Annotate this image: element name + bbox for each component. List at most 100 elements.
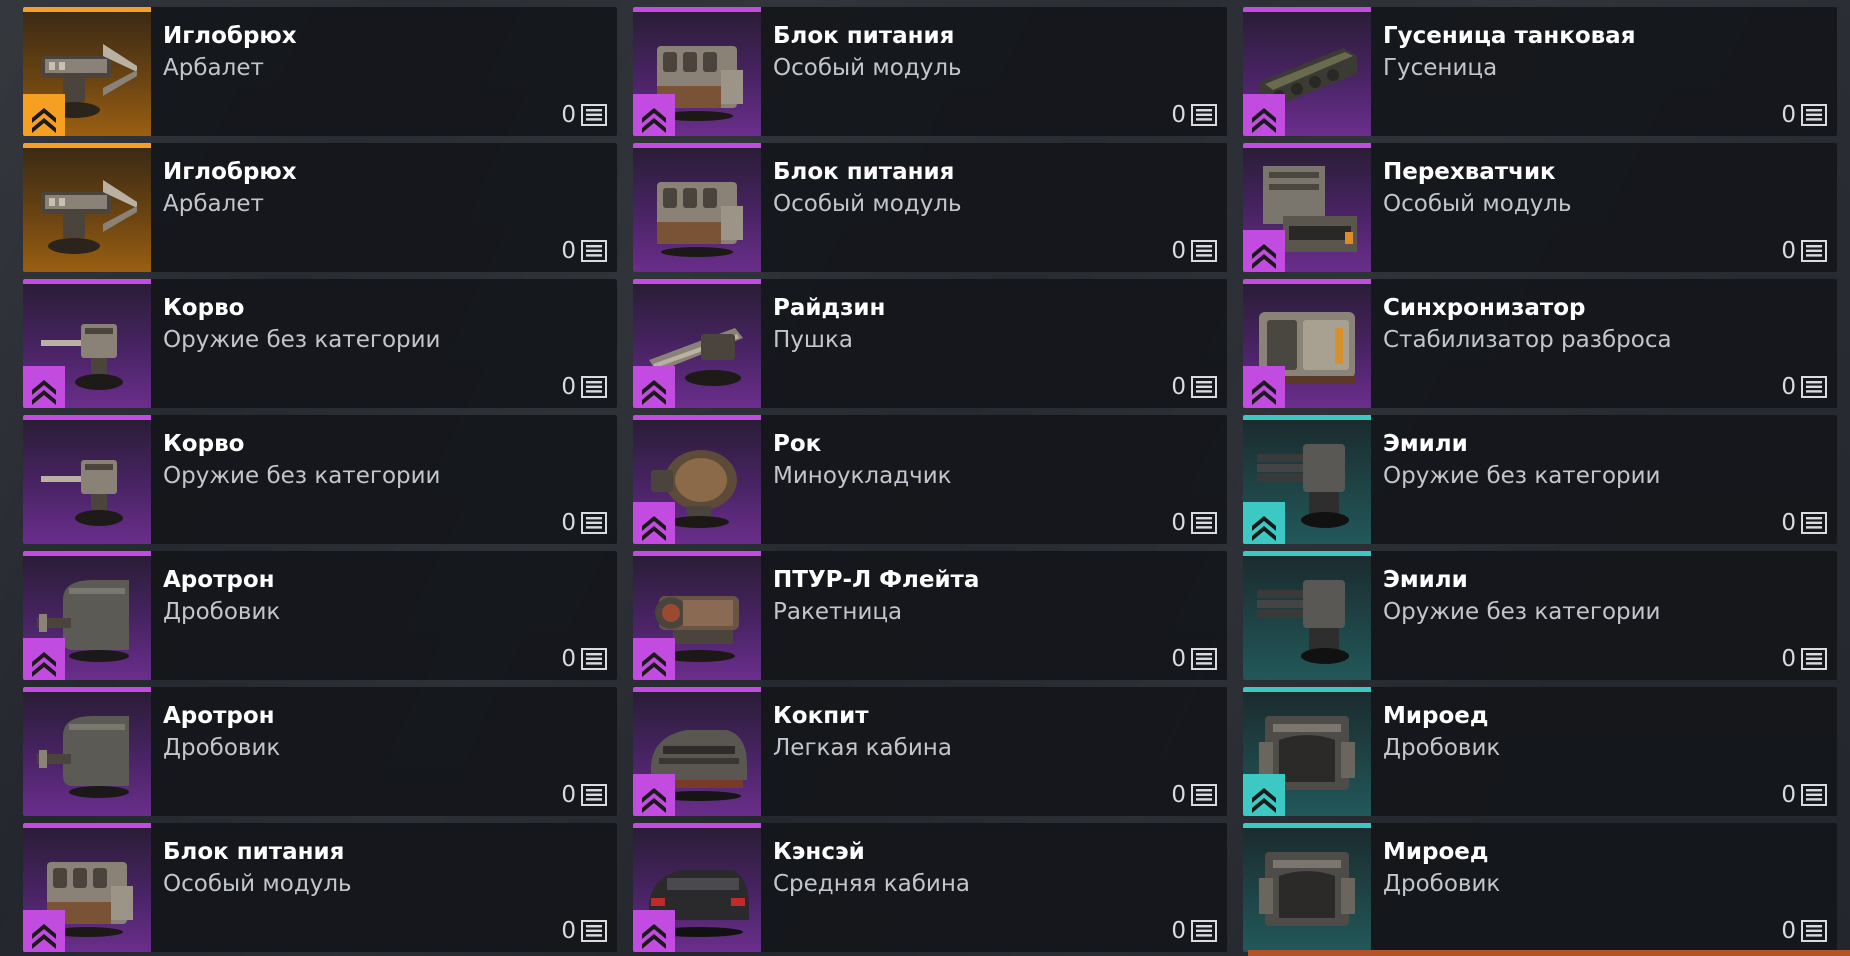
item-card[interactable]: Мироед Дробовик 0 (1243, 687, 1837, 816)
count-value: 0 (1781, 510, 1796, 536)
item-thumbnail (1243, 279, 1371, 408)
item-category: Легкая кабина (773, 735, 952, 761)
item-thumbnail (1243, 7, 1371, 136)
count-value: 0 (1171, 102, 1186, 128)
item-category: Дробовик (163, 599, 281, 625)
item-category: Оружие без категории (163, 327, 441, 353)
item-category: Особый модуль (163, 871, 352, 897)
scroll-edge-accent (1248, 950, 1850, 956)
item-card[interactable]: Рок Миноукладчик 0 (633, 415, 1227, 544)
item-thumbnail (633, 143, 761, 272)
item-name: Кэнсэй (773, 839, 865, 865)
list-icon (1801, 376, 1827, 398)
item-card[interactable]: Аротрон Дробовик 0 (23, 687, 617, 816)
list-icon (581, 920, 607, 942)
list-icon (581, 104, 607, 126)
item-count: 0 (561, 510, 607, 536)
item-card[interactable]: Иглобрюх Арбалет 0 (23, 143, 617, 272)
item-card[interactable]: Мироед Дробовик 0 (1243, 823, 1837, 952)
count-value: 0 (1171, 646, 1186, 672)
item-thumbnail (23, 823, 151, 952)
item-count: 0 (1171, 238, 1217, 264)
item-card[interactable]: Гусеница танковая Гусеница 0 (1243, 7, 1837, 136)
crossbow-icon (33, 162, 141, 262)
rank-chevron-icon (633, 638, 675, 680)
item-card[interactable]: Перехватчик Особый модуль 0 (1243, 143, 1837, 272)
list-icon (581, 376, 607, 398)
item-card[interactable]: Кокпит Легкая кабина 0 (633, 687, 1227, 816)
rank-chevron-icon (23, 366, 65, 408)
item-count: 0 (1781, 102, 1827, 128)
power-box-icon (643, 162, 751, 262)
list-icon (1801, 648, 1827, 670)
list-icon (1801, 104, 1827, 126)
rank-chevron-icon (23, 94, 65, 136)
item-count: 0 (1781, 918, 1827, 944)
item-count: 0 (1781, 510, 1827, 536)
item-thumbnail (1243, 415, 1371, 544)
gatling-icon (1253, 570, 1361, 670)
item-count: 0 (561, 374, 607, 400)
item-name: Корво (163, 431, 245, 457)
rank-chevron-icon (23, 638, 65, 680)
item-card[interactable]: Корво Оружие без категории 0 (23, 415, 617, 544)
item-card[interactable]: Иглобрюх Арбалет 0 (23, 7, 617, 136)
list-icon (1191, 376, 1217, 398)
item-card[interactable]: Блок питания Особый модуль 0 (23, 823, 617, 952)
list-icon (581, 240, 607, 262)
item-name: Мироед (1383, 703, 1489, 729)
item-name: Аротрон (163, 567, 275, 593)
item-count: 0 (1171, 510, 1217, 536)
item-card[interactable]: Аротрон Дробовик 0 (23, 551, 617, 680)
item-card[interactable]: Блок питания Особый модуль 0 (633, 143, 1227, 272)
item-count: 0 (1171, 782, 1217, 808)
rank-chevron-icon (633, 502, 675, 544)
item-name: Эмили (1383, 567, 1468, 593)
list-icon (581, 784, 607, 806)
item-category: Пушка (773, 327, 853, 353)
item-category: Оружие без категории (163, 463, 441, 489)
item-name: Иглобрюх (163, 159, 297, 185)
item-card[interactable]: Кэнсэй Средняя кабина 0 (633, 823, 1227, 952)
item-count: 0 (561, 782, 607, 808)
count-value: 0 (1781, 782, 1796, 808)
item-count: 0 (561, 238, 607, 264)
rank-chevron-icon (1243, 774, 1285, 816)
item-thumbnail (633, 415, 761, 544)
item-thumbnail (23, 415, 151, 544)
item-thumbnail (633, 7, 761, 136)
count-value: 0 (561, 646, 576, 672)
item-thumbnail (633, 687, 761, 816)
item-category: Особый модуль (773, 191, 962, 217)
rank-chevron-icon (1243, 502, 1285, 544)
count-value: 0 (561, 238, 576, 264)
item-name: Корво (163, 295, 245, 321)
rank-chevron-icon (633, 94, 675, 136)
list-icon (1801, 240, 1827, 262)
item-thumbnail (23, 551, 151, 680)
count-value: 0 (1781, 102, 1796, 128)
count-value: 0 (1171, 918, 1186, 944)
count-value: 0 (1781, 374, 1796, 400)
item-count: 0 (1781, 238, 1827, 264)
item-name: Мироед (1383, 839, 1489, 865)
item-name: Эмили (1383, 431, 1468, 457)
item-card[interactable]: Синхронизатор Стабилизатор разброса 0 (1243, 279, 1837, 408)
item-card[interactable]: Корво Оружие без категории 0 (23, 279, 617, 408)
list-icon (1801, 784, 1827, 806)
turret-gun-icon (33, 434, 141, 534)
item-card[interactable]: Блок питания Особый модуль 0 (633, 7, 1227, 136)
item-card[interactable]: ПТУР-Л Флейта Ракетница 0 (633, 551, 1227, 680)
item-card[interactable]: Эмили Оружие без категории 0 (1243, 415, 1837, 544)
item-category: Миноукладчик (773, 463, 952, 489)
count-value: 0 (1171, 374, 1186, 400)
item-thumbnail (1243, 687, 1371, 816)
item-card[interactable]: Райдзин Пушка 0 (633, 279, 1227, 408)
item-thumbnail (23, 143, 151, 272)
item-card[interactable]: Эмили Оружие без категории 0 (1243, 551, 1837, 680)
item-name: Аротрон (163, 703, 275, 729)
count-value: 0 (561, 510, 576, 536)
item-count: 0 (1781, 782, 1827, 808)
item-count: 0 (561, 646, 607, 672)
rank-chevron-icon (23, 910, 65, 952)
